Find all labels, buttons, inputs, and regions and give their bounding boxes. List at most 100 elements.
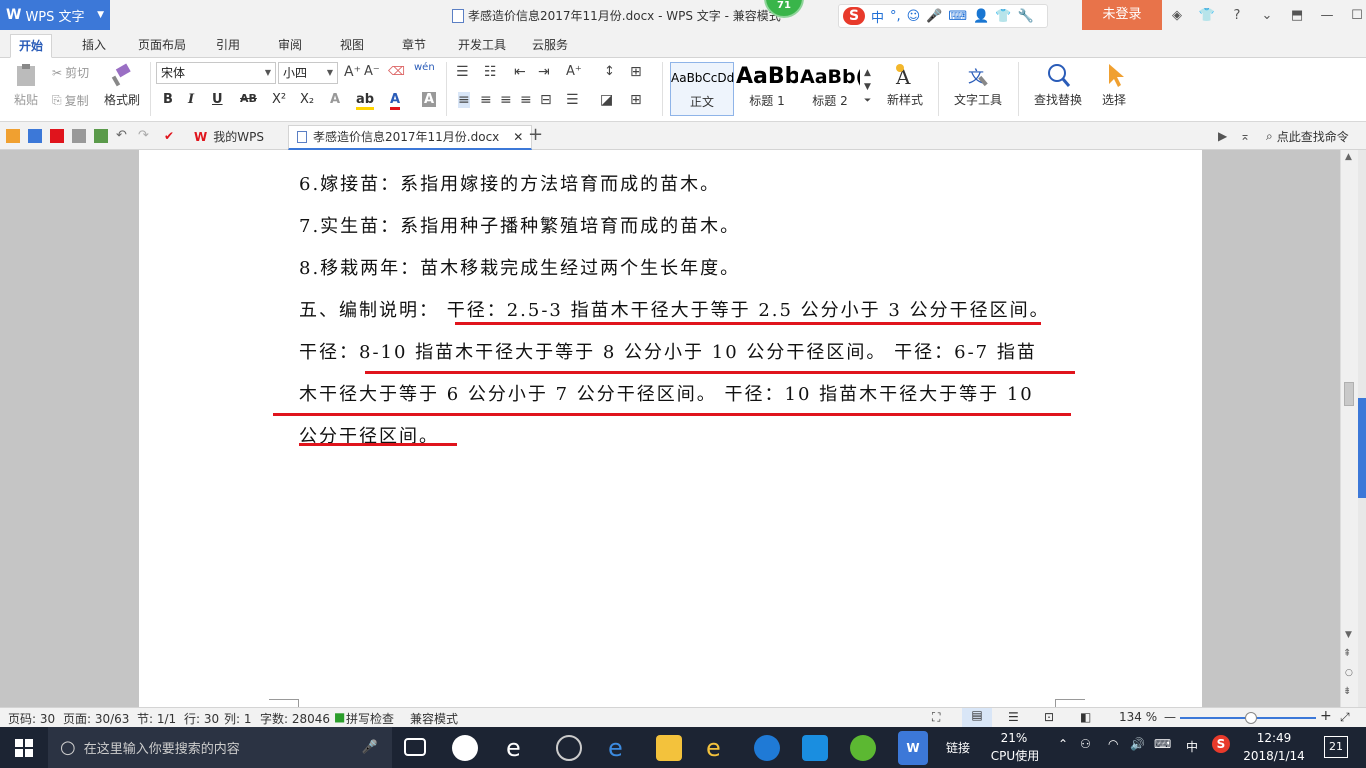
show-marks-icon[interactable]: ⊞ bbox=[630, 64, 642, 80]
shrink-font-icon[interactable]: A⁻ bbox=[364, 64, 380, 79]
clear-format-icon[interactable]: ⌫ bbox=[388, 64, 405, 78]
highlight-icon[interactable]: ab bbox=[356, 92, 375, 110]
shirt-icon[interactable]: 👕 bbox=[1196, 8, 1218, 23]
ime-lang-indicator[interactable]: 中 bbox=[1186, 738, 1198, 755]
select-button[interactable]: 选择 bbox=[1094, 62, 1134, 108]
sogou-tray-icon[interactable]: S bbox=[1212, 735, 1230, 753]
help-icon[interactable]: ? bbox=[1226, 8, 1248, 23]
styles-scroll[interactable]: ▲ ▼ ⏷ bbox=[864, 66, 871, 108]
chevron-down-icon[interactable]: ⌄ bbox=[1256, 8, 1278, 23]
tab-cloud[interactable]: 云服务 bbox=[524, 34, 576, 58]
keyboard-icon[interactable]: ⌨ bbox=[1154, 737, 1171, 751]
borders-icon[interactable]: ⊞ bbox=[630, 92, 642, 108]
zoom-in-icon[interactable]: + bbox=[1320, 708, 1332, 724]
print-preview-icon[interactable] bbox=[94, 129, 108, 143]
paragraph-line-2[interactable]: 7.实生苗：系指用种子播种繁殖培育而成的苗木。 bbox=[299, 212, 740, 238]
people-icon[interactable]: ⚇ bbox=[1080, 737, 1091, 751]
align-left-icon[interactable]: ≡ bbox=[458, 92, 470, 108]
side-panel-toggle[interactable] bbox=[1358, 398, 1366, 498]
vertical-scrollbar[interactable]: ▲ ▼ ⇞ ○ ⇟ bbox=[1340, 150, 1358, 707]
green-app-icon[interactable] bbox=[850, 735, 876, 761]
g-browser-icon[interactable] bbox=[754, 735, 780, 761]
align-center-icon[interactable]: ≡ bbox=[480, 92, 492, 108]
sort-icon[interactable]: ↕ bbox=[604, 64, 615, 79]
sogou-ime-toolbar[interactable]: S 中 °, ☺ 🎤 ⌨ 👤 👕 🔧 bbox=[838, 4, 1048, 28]
text-effect-icon[interactable]: A bbox=[330, 92, 340, 107]
paragraph-line-3[interactable]: 8.移栽两年：苗木移栽完成生经过两个生长年度。 bbox=[299, 254, 740, 280]
tab-references[interactable]: 引用 bbox=[208, 34, 248, 58]
wps-taskbar-icon[interactable]: W bbox=[898, 731, 928, 765]
decrease-indent-icon[interactable]: ⇤ bbox=[514, 64, 526, 80]
italic-button[interactable]: I bbox=[188, 92, 194, 107]
command-search[interactable]: ⌕ 点此查找命令 bbox=[1266, 128, 1349, 145]
file-explorer-icon[interactable] bbox=[656, 735, 682, 761]
scroll-down-icon[interactable]: ▼ bbox=[1345, 630, 1352, 640]
scroll-up-icon[interactable]: ▲ bbox=[1345, 152, 1352, 162]
zoom-slider-handle[interactable] bbox=[1245, 712, 1257, 724]
select-browse-icon[interactable]: ○ bbox=[1345, 668, 1353, 678]
volume-icon[interactable]: 🔊 bbox=[1130, 737, 1145, 751]
emoji-icon[interactable]: ☺ bbox=[907, 9, 921, 24]
wrench-icon[interactable]: 🔧 bbox=[1018, 9, 1034, 24]
align-right-icon[interactable]: ≡ bbox=[500, 92, 512, 108]
link-label[interactable]: 链接 bbox=[946, 739, 970, 756]
sogou-logo-icon[interactable]: S bbox=[843, 7, 865, 25]
shading-icon[interactable]: ◪ bbox=[600, 92, 613, 108]
new-style-button[interactable]: A 新样式 bbox=[880, 62, 930, 108]
notification-center[interactable]: 21 bbox=[1324, 736, 1348, 758]
ie-icon[interactable]: e bbox=[506, 735, 532, 761]
next-page-icon[interactable]: ⇟ bbox=[1343, 686, 1351, 697]
font-size-select[interactable]: 小四 ▼ bbox=[278, 62, 338, 84]
status-spell-check[interactable]: 拼写检查 bbox=[346, 710, 394, 727]
taskbar-search[interactable]: ○ 在这里输入你要搜索的内容 🎤 bbox=[48, 727, 392, 768]
status-page[interactable]: 页面: 30/63 bbox=[63, 710, 129, 727]
copy-button[interactable]: ⎘ 复制 bbox=[52, 92, 89, 109]
style-heading-2[interactable]: AaBb( 标题 2 bbox=[800, 62, 860, 116]
grow-font-icon[interactable]: A⁺ bbox=[344, 64, 361, 80]
style-heading-1[interactable]: AaBb 标题 1 bbox=[736, 62, 798, 116]
subscript-button[interactable]: X₂ bbox=[300, 92, 314, 107]
char-shading-icon[interactable]: A bbox=[422, 92, 437, 107]
microphone-icon[interactable]: 🎤 bbox=[926, 9, 942, 24]
tab-insert[interactable]: 插入 bbox=[74, 34, 114, 58]
chevron-up-icon[interactable]: ⌃ bbox=[1058, 737, 1068, 751]
bold-button[interactable]: B bbox=[163, 92, 173, 107]
reading-mode-icon[interactable]: ◧ bbox=[1080, 710, 1091, 724]
fullscreen-icon[interactable]: ⬒ bbox=[1286, 8, 1308, 23]
find-replace-button[interactable]: 查找替换 bbox=[1026, 62, 1090, 108]
minimize-icon[interactable]: — bbox=[1316, 8, 1338, 23]
bullet-list-icon[interactable]: ☰ bbox=[456, 64, 469, 80]
task-view-icon[interactable] bbox=[404, 738, 426, 756]
ie-yellow-icon[interactable]: e bbox=[706, 735, 732, 761]
zoom-level[interactable]: 134 % bbox=[1119, 710, 1157, 724]
tab-page-layout[interactable]: 页面布局 bbox=[130, 34, 194, 58]
chinese-layout-icon[interactable]: A⁺ bbox=[566, 64, 582, 79]
style-normal[interactable]: AaBbCcDd 正文 bbox=[670, 62, 734, 116]
page-view-icon[interactable]: ▤ bbox=[962, 708, 992, 727]
doc-switch-icon[interactable]: ▶ bbox=[1218, 129, 1232, 143]
web-view-icon[interactable]: ⊡ bbox=[1044, 710, 1054, 724]
font-color-icon[interactable]: A bbox=[390, 92, 401, 110]
font-name-select[interactable]: 宋体 ▼ bbox=[156, 62, 276, 84]
open-folder-icon[interactable] bbox=[6, 129, 20, 143]
wifi-icon[interactable]: ◠ bbox=[1108, 737, 1118, 751]
maximize-icon[interactable]: ☐ bbox=[1346, 8, 1366, 23]
line-spacing-icon[interactable]: ☰ bbox=[566, 92, 579, 108]
user-icon[interactable]: 👤 bbox=[973, 9, 989, 24]
justify-icon[interactable]: ≡ bbox=[520, 92, 532, 108]
prev-page-icon[interactable]: ⇞ bbox=[1343, 648, 1351, 659]
superscript-button[interactable]: X² bbox=[272, 92, 286, 107]
ime-lang-toggle[interactable]: 中 bbox=[871, 7, 884, 26]
strikethrough-button[interactable]: AB bbox=[240, 92, 257, 105]
redo-icon[interactable]: ↷ bbox=[138, 129, 152, 143]
crosshair-app-icon[interactable] bbox=[802, 735, 828, 761]
paragraph-line-5[interactable]: 干径：8-10 指苗木干径大于等于 8 公分小于 10 公分干径区间。 干径：6… bbox=[299, 338, 1037, 364]
close-tab-icon[interactable]: ✕ bbox=[513, 126, 523, 149]
app-menu-button[interactable]: W WPS 文字 ▼ bbox=[0, 0, 110, 30]
pdf-icon[interactable] bbox=[50, 129, 64, 143]
microphone-icon[interactable]: 🎤 bbox=[362, 740, 378, 755]
expand-icon[interactable]: ⤢ bbox=[1340, 710, 1350, 725]
edge-icon[interactable]: e bbox=[608, 735, 634, 761]
distribute-icon[interactable]: ⊟ bbox=[540, 92, 552, 108]
browser-swirl-icon[interactable] bbox=[556, 735, 582, 761]
